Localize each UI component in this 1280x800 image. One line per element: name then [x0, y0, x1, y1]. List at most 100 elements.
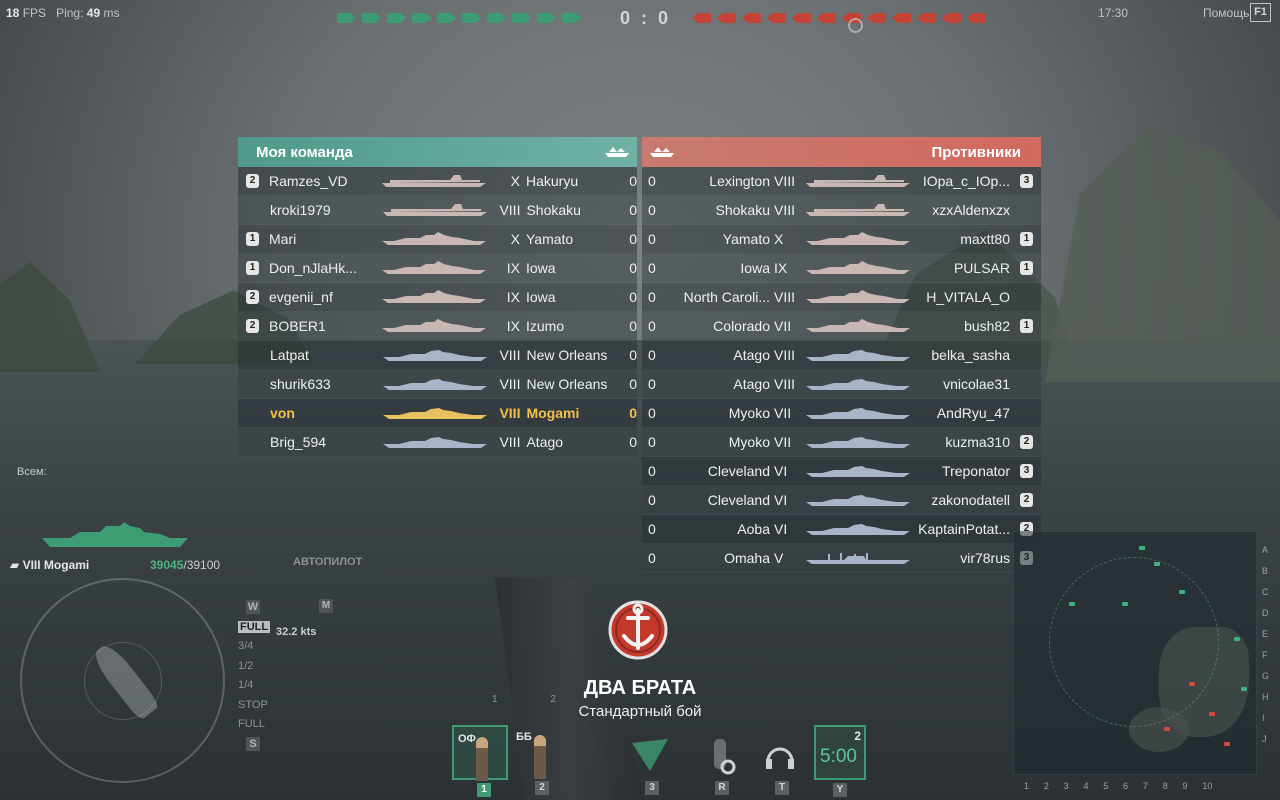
speed-level[interactable]: 1/2: [238, 660, 253, 672]
enemy-row[interactable]: 0 Atago VIII belka_sasha: [642, 341, 1041, 370]
enemy-row[interactable]: 0 Myoko VII AndRyu_47: [642, 399, 1041, 428]
frag-count: 0: [648, 202, 656, 218]
ally-row[interactable]: 2 BOBER1 IX Izumo 0: [238, 312, 637, 341]
ship-silhouette-icon: [806, 204, 910, 216]
slot-key: Y: [833, 783, 847, 797]
enemy-row[interactable]: 0 Iowa IX PULSAR 1: [642, 254, 1041, 283]
minimap-ally-marker: [1122, 602, 1128, 606]
minimap-row-labels: A B C D E F G H I J: [1262, 540, 1269, 750]
speed-level[interactable]: 3/4: [238, 640, 253, 652]
anchor-emblem-icon: [608, 600, 668, 660]
enemy-ship-marker-icon: [917, 13, 936, 23]
minimap-enemy-marker: [1164, 727, 1170, 731]
speed-down-key[interactable]: S: [246, 736, 260, 751]
torpedo-slot[interactable]: 3: [622, 725, 678, 795]
minimap-ally-marker: [1241, 687, 1247, 691]
frag-count: 0: [648, 347, 656, 363]
ap-shell-slot[interactable]: ББ 2: [512, 725, 568, 795]
he-shell-slot[interactable]: ОФ 1: [452, 725, 508, 797]
enemy-row[interactable]: 0OmahaVvir78rus3: [642, 544, 1041, 573]
ally-ship-marker-icon: [337, 13, 356, 23]
consumable-timer[interactable]: 2 5:00 Y: [814, 725, 866, 797]
ship-silhouette-icon: [806, 232, 910, 245]
help-label[interactable]: Помощь: [1203, 6, 1249, 20]
ship-silhouette-icon: [382, 232, 486, 245]
enemy-row[interactable]: 0 Myoko VII kuzma310 2: [642, 428, 1041, 457]
enemy-row[interactable]: 0 Shokaku VIII xzxAldenxzx: [642, 196, 1041, 225]
autopilot-key[interactable]: M: [319, 599, 333, 613]
ship-tier: VII: [774, 434, 792, 450]
ally-row[interactable]: 2 evgenii_nf IX Iowa 0: [238, 283, 637, 312]
ship-silhouette: [380, 319, 488, 333]
enemy-row[interactable]: 0 Aoba VI KaptainPotat... 2: [642, 515, 1041, 544]
frag-count: 0: [648, 289, 656, 305]
speed-selector[interactable]: W FULL 3/4 1/2 1/4 STOP FULL S: [238, 598, 271, 754]
ping-value: 49: [86, 6, 101, 20]
enemy-ship-marker-icon: [967, 13, 986, 23]
ship-tier: VIII: [499, 347, 521, 363]
ship-silhouette: [804, 174, 912, 188]
ship-tier: X: [774, 231, 784, 247]
minimap-enemy-marker: [1209, 712, 1215, 716]
weapon-group-label: 2: [550, 694, 556, 705]
ship-name: Myoko: [728, 434, 770, 450]
ship-name: North Caroli...: [683, 289, 770, 305]
ship-name: Hakuryu: [526, 173, 579, 189]
minimap-row-label: E: [1262, 629, 1269, 639]
timer-charges: 2: [854, 729, 861, 743]
ship-silhouette: [804, 232, 912, 246]
slot-key: T: [775, 781, 789, 795]
enemy-row[interactable]: 0 Atago VIII vnicolae31: [642, 370, 1041, 399]
minimap-ally-marker: [1154, 562, 1160, 566]
autopilot-label[interactable]: АВТОПИЛОТ: [293, 556, 362, 568]
ship-tier: VII: [774, 405, 792, 421]
ship-name: Mogami: [526, 405, 580, 421]
enemy-row[interactable]: 0 Lexington VIII IOpa_c_IOp... 3: [642, 167, 1041, 196]
player-name: von: [270, 405, 295, 421]
ship-tier: VIII: [499, 202, 521, 218]
ally-row[interactable]: kroki1979 VIII Shokaku 0: [238, 196, 637, 225]
frag-count: 0: [648, 231, 656, 247]
minimap[interactable]: [1013, 531, 1257, 775]
hp-max: /39100: [183, 558, 221, 572]
division-badge: 2: [1020, 435, 1033, 449]
enemy-row[interactable]: 0 Cleveland VI zakonodatell 2: [642, 486, 1041, 515]
top-hud: 18 FPS Ping: 49 ms 0 : 0 17:30 Помощь F1: [0, 0, 1280, 33]
enemy-row[interactable]: 0 Yamato Xmaxtt80 1: [642, 225, 1041, 254]
player-name: xzxAldenxzx: [932, 202, 1010, 218]
enemy-row[interactable]: 0 Cleveland VI Treponator 3: [642, 457, 1041, 486]
help-key[interactable]: F1: [1250, 3, 1271, 22]
enemy-team-panel: Противники 0 Lexington VIII IOpa_c_IOp... 3 0…: [642, 137, 1041, 573]
speed-level-selected[interactable]: FULL: [238, 620, 271, 633]
ship-silhouette-icon: [806, 408, 910, 419]
chat-label[interactable]: Всем:: [17, 466, 47, 478]
enemy-row[interactable]: 0 Colorado VII bush82 1: [642, 312, 1041, 341]
speed-up-key[interactable]: W: [246, 600, 260, 614]
hydroacoustic-icon: [766, 747, 794, 769]
division-badge: 2: [1020, 493, 1033, 507]
ally-row[interactable]: shurik633 VIII New Orleans 0: [238, 370, 637, 399]
enemy-ship-marker-icon: [767, 13, 786, 23]
minimap-row-label: G: [1262, 671, 1270, 681]
hydroacoustic-slot[interactable]: T: [752, 725, 808, 795]
ally-row[interactable]: 1 Mari X Yamato 0: [238, 225, 637, 254]
ship-tier: VIII: [774, 376, 796, 392]
enemy-row[interactable]: 0 North Caroli... VIII H_VITALA_O: [642, 283, 1041, 312]
he-shell-icon: [476, 737, 488, 781]
ally-ship-marker-icon: [562, 13, 581, 23]
ally-ship-marker-icon: [512, 13, 531, 23]
ship-name: Cleveland: [707, 463, 770, 479]
frag-count: 0: [648, 521, 656, 537]
ally-row[interactable]: 1 Don_nJlaHk... IX Iowa 0: [238, 254, 637, 283]
ship-silhouette: [381, 435, 489, 449]
ship-name: Lexington: [709, 173, 770, 189]
ally-row[interactable]: 2 Ramzes_VD X Hakuryu 0: [238, 167, 637, 196]
ally-row[interactable]: Brig_594 VIII Atago 0: [238, 428, 637, 457]
repair-party-slot[interactable]: R: [692, 725, 748, 795]
ally-row[interactable]: von VIII Mogami 0: [238, 399, 637, 428]
ally-row[interactable]: Latpat VIII New Orleans 0: [238, 341, 637, 370]
slot-key: R: [715, 781, 729, 795]
ally-ship-markers: [337, 13, 581, 23]
ship-silhouette-icon: [382, 319, 486, 332]
minimap-row-label: C: [1262, 587, 1269, 597]
